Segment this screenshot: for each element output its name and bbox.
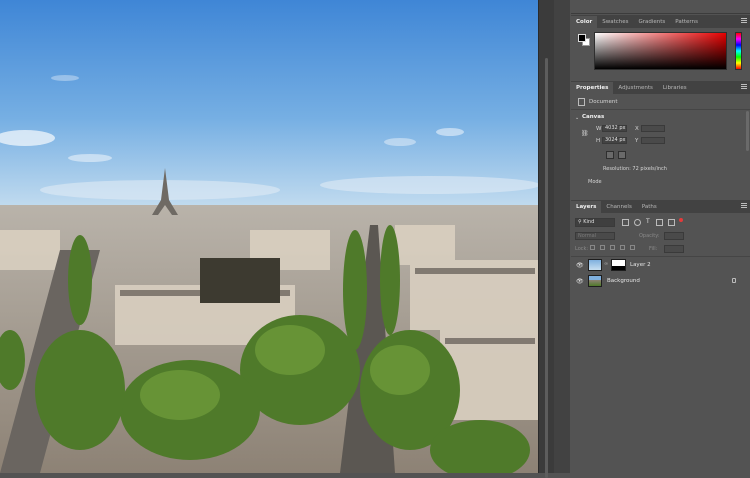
- width-label: W: [596, 126, 602, 132]
- resolution-text: Resolution: 72 pixels/inch: [603, 166, 667, 172]
- lock-position-icon[interactable]: [610, 245, 615, 250]
- layer-row[interactable]: 👁 Background: [571, 274, 750, 289]
- height-label: H: [596, 138, 601, 144]
- y-input[interactable]: [641, 137, 665, 144]
- color-panel: Color Swatches Gradients Patterns: [571, 15, 750, 78]
- opacity-label: Opacity:: [639, 233, 660, 239]
- canvas-section-title: Canvas: [582, 114, 605, 120]
- mode-label: Mode: [588, 179, 602, 185]
- layers-panel: Layers Channels Paths ⚲ Kind T Normal Op…: [571, 200, 750, 473]
- layer-thumbnail: [588, 259, 602, 271]
- tab-adjustments[interactable]: Adjustments: [613, 82, 657, 94]
- layer-filter-select[interactable]: ⚲ Kind: [575, 218, 615, 227]
- panel-menu-icon[interactable]: [741, 18, 747, 24]
- panel-header-strip: [571, 0, 750, 14]
- layers-panel-tabs: Layers Channels Paths: [571, 200, 750, 213]
- tab-channels[interactable]: Channels: [601, 201, 636, 213]
- tab-swatches[interactable]: Swatches: [597, 16, 633, 28]
- lock-transparent-icon[interactable]: [590, 245, 595, 250]
- properties-panel-tabs: Properties Adjustments Libraries: [571, 81, 750, 94]
- filter-smart-object-icon[interactable]: [668, 219, 675, 226]
- tab-gradients[interactable]: Gradients: [633, 16, 670, 28]
- chevron-down-icon[interactable]: ⌄: [575, 115, 579, 121]
- blend-mode-select[interactable]: Normal: [575, 232, 615, 240]
- width-input[interactable]: 4032 px: [602, 125, 627, 132]
- right-panel-dock: Color Swatches Gradients Patterns Proper…: [571, 0, 750, 473]
- lock-all-icon[interactable]: [630, 245, 635, 250]
- layer-name[interactable]: Layer 2: [630, 262, 651, 268]
- layer-filter-kind: Kind: [583, 219, 595, 225]
- document-label: Document: [589, 99, 618, 105]
- filter-shape-icon[interactable]: [656, 219, 663, 226]
- tab-paths[interactable]: Paths: [637, 201, 662, 213]
- panel-menu-icon[interactable]: [741, 203, 747, 209]
- tab-patterns[interactable]: Patterns: [670, 16, 703, 28]
- layer-row[interactable]: 👁 ∞ Layer 2: [571, 258, 750, 273]
- filter-pixel-icon[interactable]: [622, 219, 629, 226]
- eye-icon[interactable]: 👁: [576, 262, 584, 269]
- lock-pixels-icon[interactable]: [600, 245, 605, 250]
- filter-adjustment-icon[interactable]: [634, 219, 641, 226]
- color-panel-tabs: Color Swatches Gradients Patterns: [571, 15, 750, 28]
- portrait-orientation-icon[interactable]: [606, 151, 614, 159]
- paris-cityscape-photo: [0, 0, 538, 473]
- document-icon: [578, 98, 585, 106]
- filter-toggle-icon[interactable]: [679, 218, 683, 222]
- link-icon[interactable]: ⛓: [581, 130, 589, 137]
- tab-color[interactable]: Color: [571, 16, 598, 28]
- tab-libraries[interactable]: Libraries: [658, 82, 692, 94]
- layer-name[interactable]: Background: [607, 278, 640, 284]
- canvas-vertical-scrollbar[interactable]: [538, 0, 554, 478]
- y-label: Y: [635, 138, 639, 144]
- tab-layers[interactable]: Layers: [571, 201, 602, 213]
- fill-label: Fill:: [649, 246, 658, 252]
- tab-properties[interactable]: Properties: [571, 82, 614, 94]
- properties-panel: Properties Adjustments Libraries Documen…: [571, 81, 750, 200]
- panel-dock-gutter: [554, 0, 570, 473]
- lock-artboard-icon[interactable]: [620, 245, 625, 250]
- layer-mask-thumbnail: [611, 259, 626, 271]
- x-input[interactable]: [641, 125, 665, 132]
- eye-icon[interactable]: 👁: [576, 278, 584, 285]
- opacity-input[interactable]: [664, 232, 684, 240]
- hue-slider[interactable]: [735, 32, 742, 70]
- panel-menu-icon[interactable]: [741, 84, 747, 90]
- height-input[interactable]: 3024 px: [602, 137, 627, 144]
- landscape-orientation-icon[interactable]: [618, 151, 626, 159]
- x-label: X: [635, 126, 639, 132]
- scrollbar-thumb[interactable]: [545, 58, 548, 478]
- lock-label: Lock:: [575, 246, 589, 252]
- fill-input[interactable]: [664, 245, 684, 253]
- lock-icon: [732, 278, 736, 283]
- properties-scrollbar[interactable]: [746, 111, 749, 151]
- filter-type-icon[interactable]: T: [646, 218, 653, 225]
- document-canvas[interactable]: [0, 0, 538, 473]
- foreground-color-swatch[interactable]: [578, 34, 586, 42]
- mask-link-icon: ∞: [604, 261, 609, 267]
- color-saturation-field[interactable]: [594, 32, 727, 70]
- layer-thumbnail: [588, 275, 602, 287]
